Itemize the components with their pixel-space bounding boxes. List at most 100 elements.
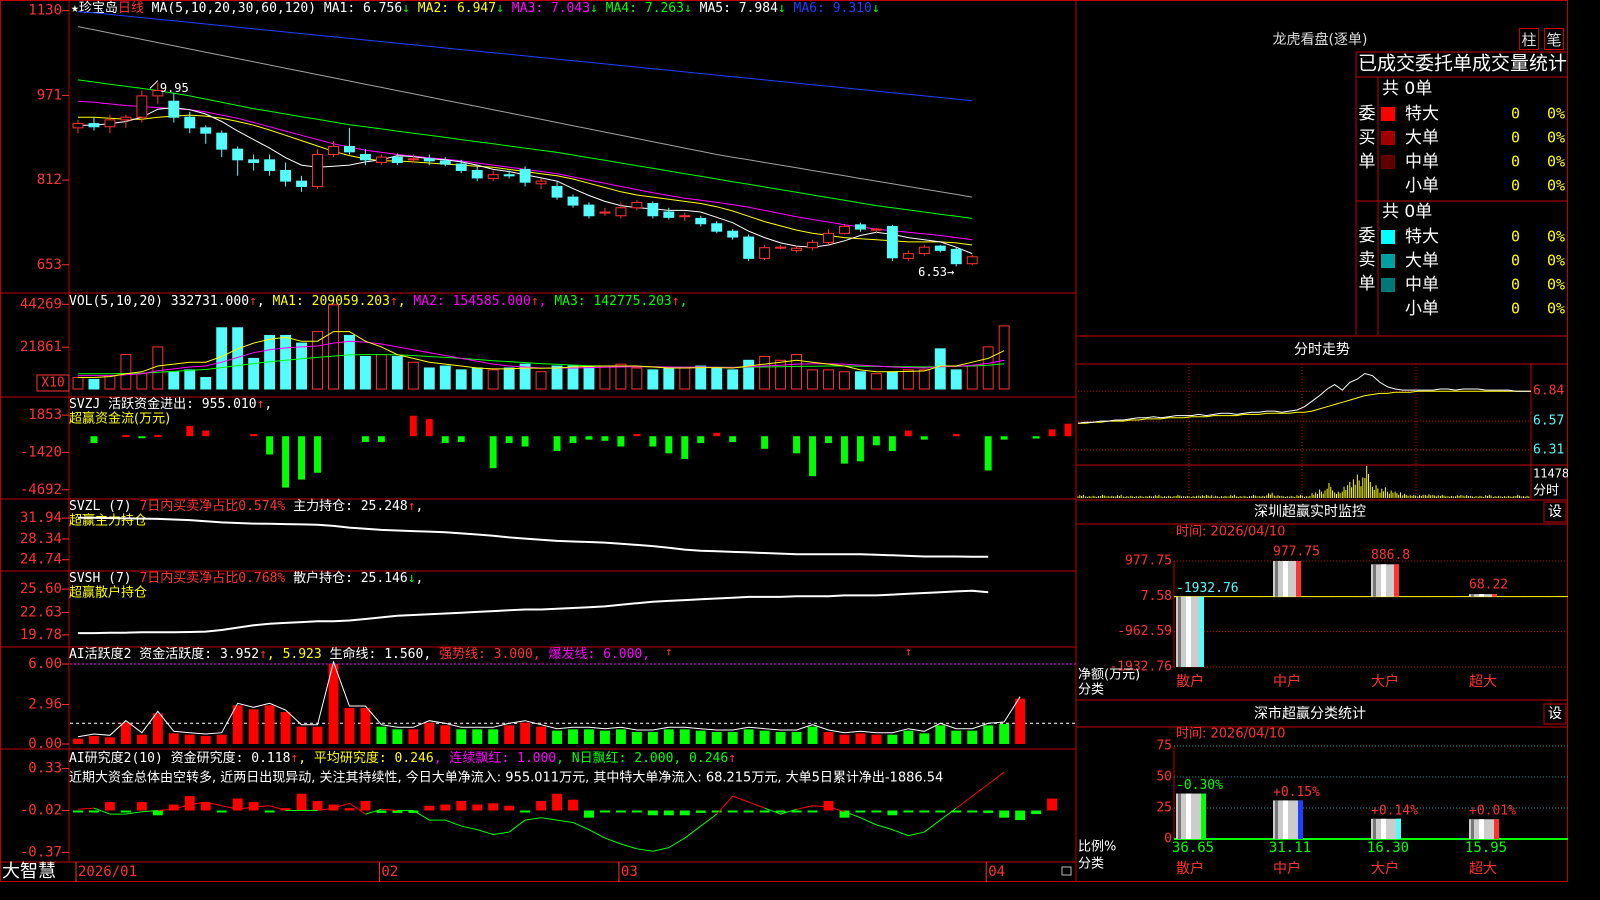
legend-segment: 209059.203: [312, 294, 390, 309]
classify-class-label: 中户: [1273, 860, 1301, 877]
flow-bar: [489, 436, 497, 469]
volume-bar: [551, 365, 563, 390]
research-bar: [1047, 798, 1057, 811]
activity-bar: [1015, 698, 1026, 744]
y-tick-label: 812: [37, 172, 62, 188]
candle-body: [870, 228, 882, 231]
activity-bar: [184, 734, 195, 744]
classify-time: 时间: 2026/04/10: [1176, 727, 1285, 742]
activity-bar: [615, 729, 626, 744]
research-line: [525, 817, 542, 821]
candle-body: [918, 246, 930, 255]
candle-body: [439, 160, 451, 165]
intraday-tick: 6.31: [1533, 442, 1564, 457]
volume-bar: [503, 367, 515, 390]
sell-row-pct: 0%: [1547, 276, 1565, 294]
classify-bar-shine: [1283, 800, 1288, 839]
candle-body: [216, 132, 228, 150]
classify-class-label: 超大: [1469, 861, 1497, 877]
activity-bar: [89, 736, 99, 744]
flow-bar: [1000, 436, 1008, 440]
candle-body: [966, 256, 978, 265]
research-line: [955, 795, 973, 809]
classify-delta: -0.30%: [1176, 778, 1223, 793]
research-bar: [1031, 810, 1042, 815]
candle-body: [391, 156, 403, 163]
activity-bar: [520, 722, 531, 744]
activity-bar: [599, 730, 610, 744]
activity-bar: [695, 730, 706, 744]
legend-segment: , N日飘红: 2.000, 0.246: [556, 750, 728, 766]
research-bar: [631, 810, 642, 813]
research-line: [876, 824, 893, 831]
candle-body: [471, 169, 483, 179]
activity-bar: [983, 725, 994, 744]
flow-bar: [617, 436, 625, 447]
research-bar: [344, 808, 355, 811]
volume-bar: [280, 334, 292, 390]
candle-body: [615, 207, 627, 217]
volume-bar: [343, 334, 355, 390]
candle-body: [455, 163, 467, 171]
sell-label-char: 卖: [1359, 250, 1376, 270]
monitor-bar-2: [1371, 564, 1399, 597]
sell-row-pct: 0%: [1547, 228, 1565, 246]
volume-bar: [296, 342, 307, 390]
monitor-class-label: 大户: [1371, 673, 1399, 690]
activity-bar: [967, 730, 978, 744]
bar-mode-button[interactable]: 柱: [1519, 28, 1539, 50]
volume-bar: [375, 354, 387, 390]
research-bar: [775, 810, 786, 813]
classify-class-label: 大户: [1371, 860, 1399, 877]
research-bar: [536, 800, 547, 811]
date-tick-label: 03: [621, 864, 638, 880]
volume-bar: [647, 369, 659, 390]
legend-segment: VOL(5,10,20): [69, 294, 171, 309]
y-tick-label: 44269: [20, 296, 62, 312]
legend-segment: SVZJ 活跃资金进出: 955.010: [69, 396, 257, 412]
legend-segment: MA1:: [265, 294, 312, 309]
volume-bar: [759, 355, 771, 390]
activity-bar: [807, 726, 818, 744]
flow-bar: [138, 436, 146, 439]
flow-bar: [840, 436, 848, 464]
candle-body: [280, 169, 292, 182]
intraday-tick: 6.57: [1533, 414, 1564, 429]
activity-bar: [344, 708, 355, 744]
buy-row-pct: 0%: [1547, 177, 1565, 195]
flow-bar: [186, 425, 194, 437]
research-bar: [488, 803, 499, 811]
y-tick-label: 24.74: [20, 552, 62, 568]
svzj-legend: SVZJ 活跃资金进出: 955.010↑,: [69, 396, 272, 412]
signal-arrow: ↑: [665, 645, 672, 659]
volume-bar: [998, 325, 1010, 390]
legend-segment: ↑: [249, 294, 257, 309]
legend-segment: ↑: [290, 751, 298, 766]
legend-segment: 7日内买卖净占比0.574%: [139, 498, 285, 514]
candle-body: [902, 253, 914, 259]
y-tick-label: 22.63: [20, 604, 62, 620]
volume-bar: [599, 365, 611, 390]
market-chart[interactable]: ★珍宝岛日线 MA(5,10,20,30,60,120) MA1: 6.756↓…: [0, 0, 1568, 882]
flow-bar: [122, 435, 130, 438]
tick-mode-button[interactable]: 笔: [1544, 28, 1564, 50]
research-line: [652, 847, 669, 852]
intraday-title: 分时走势: [1294, 342, 1350, 358]
volume-bar: [487, 369, 499, 390]
candle-body: [296, 180, 307, 187]
activity-bar: [424, 722, 435, 744]
candle-body: [168, 100, 180, 118]
volume-bar: [184, 369, 196, 390]
activity-bar: [647, 732, 658, 744]
classify-tick: 25: [1156, 801, 1172, 816]
volume-bar: [583, 365, 595, 390]
y-tick-label: -0.02: [20, 803, 62, 819]
volume-legend: VOL(5,10,20) 332731.000↑, MA1: 209059.20…: [69, 294, 687, 309]
activity-bar: [584, 729, 594, 744]
legend-segment: ↓: [872, 1, 880, 16]
monitor-tick: 7.58: [1141, 589, 1172, 604]
monitor-time: 时间: 2026/04/10: [1176, 525, 1285, 540]
activity-bar: [104, 737, 115, 744]
activity-bar: [775, 732, 786, 744]
research-bar: [424, 805, 435, 811]
